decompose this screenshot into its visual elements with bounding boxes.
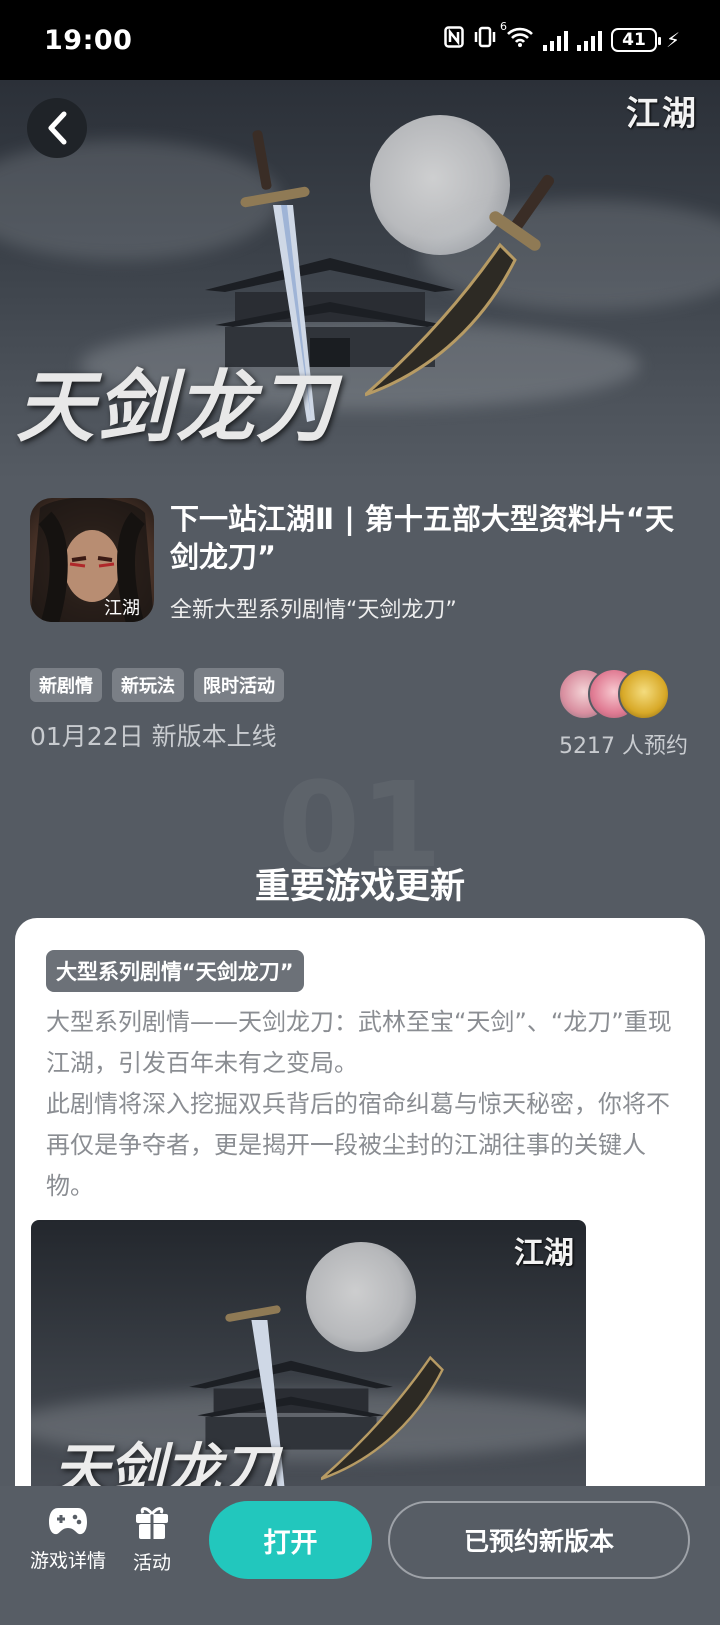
signal-1-icon [542,29,568,51]
wifi-icon: 6 [500,20,534,54]
chevron-left-icon [48,111,67,145]
card-image-logo: 江湖 [514,1236,574,1271]
gift-icon [136,1507,168,1539]
bottom-action-bar: 游戏详情 活动 打开 已预约新版本 [0,1486,720,1625]
network-type: 6 [499,20,507,33]
card-description: 大型系列剧情——天剑龙刀：武林至宝“天剑”、“龙刀”重现江湖，引发百年未有之变局… [46,1002,676,1207]
sabre-illustration [321,1355,444,1481]
game-logo: 江湖 [626,94,698,134]
card-paragraph: 大型系列剧情——天剑龙刀：武林至宝“天剑”、“龙刀”重现江湖，引发百年未有之变局… [46,1008,672,1077]
back-button[interactable] [27,98,87,158]
vibrate-icon [473,26,497,54]
reserve-count: 5217 人预约 [559,734,688,759]
card-tag: 大型系列剧情“天剑龙刀” [46,950,304,992]
activity-label: 活动 [133,1552,172,1574]
app-icon[interactable]: 江湖 [30,498,154,622]
character-portrait: 江湖 [30,498,154,622]
reserved-new-version-button[interactable]: 已预约新版本 [388,1501,690,1579]
reserved-users-avatars [558,668,678,720]
battery-level: 41 [622,30,646,50]
battery-icon: 41 [610,28,661,52]
status-time: 19:00 [44,24,133,56]
app-subtitle: 全新大型系列剧情“天剑龙刀” [170,598,457,623]
hero-banner: 江湖 天剑龙刀 [0,80,720,480]
release-date: 01月22日 新版本上线 [30,722,277,751]
gamepad-icon [49,1508,87,1535]
avatar [618,668,670,720]
status-icons: 6 41 ⚡ [444,20,680,54]
signal-2-icon [576,29,602,51]
sabre-illustration [365,174,555,397]
tag-new-story: 新剧情 [30,668,102,702]
game-details-button[interactable]: 游戏详情 [30,1504,106,1573]
card-paragraph: 此剧情将深入挖掘双兵背后的宿命纠葛与惊天秘密，你将不再仅是争夺者，更是揭开一段被… [46,1090,670,1200]
activity-button[interactable]: 活动 [133,1504,171,1575]
status-bar: 19:00 6 41 ⚡ [0,0,720,80]
section-title: 重要游戏更新 [254,867,465,907]
svg-text:江湖: 江湖 [104,598,140,619]
open-button[interactable]: 打开 [209,1501,372,1579]
card-image[interactable]: 江湖 天剑龙刀 [31,1220,586,1500]
nfc-icon [444,26,464,54]
app-title: 下一站江湖Ⅱ | 第十五部大型资料片“天剑龙刀” [170,502,674,574]
hero-calligraphy-title: 天剑龙刀 [16,362,337,453]
tag-new-gameplay: 新玩法 [112,668,184,702]
tag-limited-event: 限时活动 [194,668,284,702]
charging-icon: ⚡ [665,28,680,52]
tag-list: 新剧情 新玩法 限时活动 [30,668,284,702]
game-details-label: 游戏详情 [30,1550,107,1572]
